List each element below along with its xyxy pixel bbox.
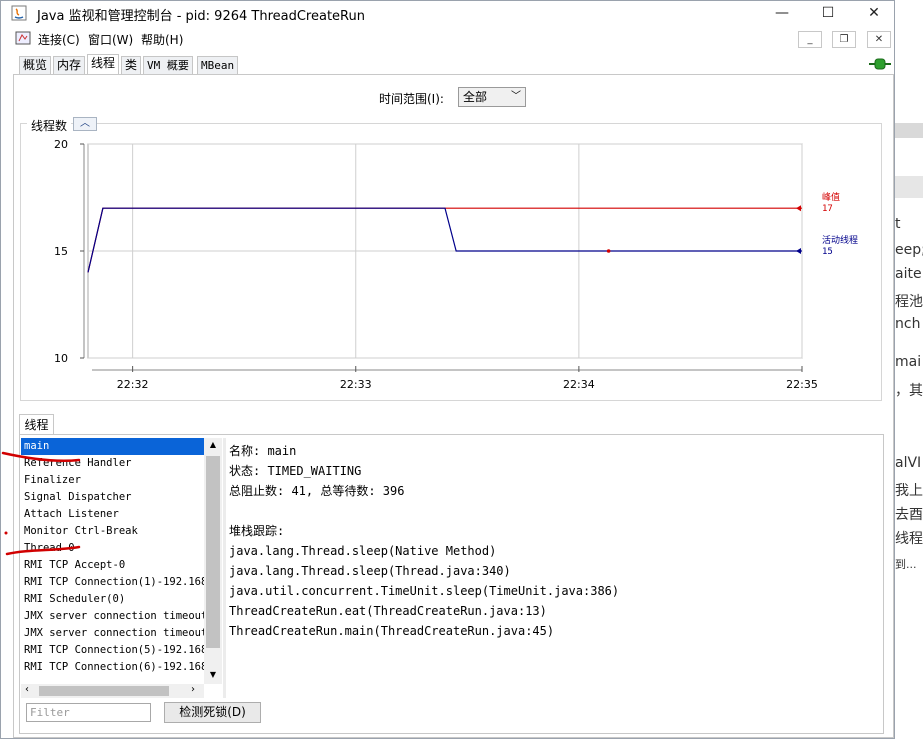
background-text: 我上 — [895, 483, 923, 499]
background-text: alVI — [895, 455, 922, 471]
x-tick-label: 22:32 — [117, 378, 149, 391]
time-range-label: 时间范围(I): — [379, 92, 444, 106]
scroll-left-icon[interactable]: ‹ — [25, 684, 29, 695]
mdi-restore-button[interactable]: ❐ — [832, 31, 856, 48]
java-icon — [11, 5, 27, 21]
legend-label: 峰值 — [822, 191, 840, 203]
connection-icon — [15, 31, 31, 45]
chevron-up-icon: ︿ — [80, 118, 90, 129]
scroll-thumb[interactable] — [39, 686, 169, 696]
split-pane-divider[interactable] — [223, 438, 226, 698]
background-text: 到... — [895, 558, 917, 571]
chevron-down-icon: ﹀ — [511, 91, 521, 102]
menu-window[interactable]: 窗口(W) — [88, 31, 133, 48]
jconsole-window: Java 监视和管理控制台 - pid: 9264 ThreadCreateRu… — [0, 0, 895, 739]
tab-vm-summary[interactable]: VM 概要 — [143, 56, 193, 74]
tab-classes[interactable]: 类 — [121, 56, 142, 74]
maximize-button[interactable]: ☐ — [805, 1, 851, 25]
thread-list-horizontal-scrollbar[interactable]: ‹ › — [21, 684, 204, 698]
hover-point — [606, 249, 611, 253]
window-title: Java 监视和管理控制台 - pid: 9264 ThreadCreateRu… — [37, 9, 365, 24]
thread-list-item[interactable]: RMI TCP Connection(6)-192.168. — [21, 659, 204, 676]
x-tick-label: 22:33 — [340, 378, 372, 391]
background-text: ，其 — [895, 383, 923, 399]
mdi-minimize-button[interactable]: _ — [798, 31, 822, 48]
chart-collapse-button[interactable]: ︿ — [73, 117, 97, 131]
close-button[interactable]: ✕ — [851, 1, 897, 25]
menu-help[interactable]: 帮助(H) — [141, 31, 183, 48]
threads-section-tab[interactable]: 线程 — [19, 414, 54, 435]
tab-mbean[interactable]: MBean — [197, 56, 239, 74]
thread-counts: 总阻止数: 41, 总等待数: 396 — [229, 484, 405, 498]
connected-plug-icon — [869, 58, 891, 70]
background-text: nch — [895, 316, 921, 332]
background-text: 去酉 — [895, 507, 923, 523]
scroll-thumb[interactable] — [206, 456, 220, 648]
thread-state: 状态: TIMED_WAITING — [229, 464, 362, 478]
time-range-select[interactable]: 全部 ﹀ — [458, 87, 526, 107]
stack-frame: java.util.concurrent.TimeUnit.sleep(Time… — [229, 584, 620, 598]
stack-frame: java.lang.Thread.sleep(Native Method) — [229, 544, 497, 558]
menu-connection[interactable]: 连接(C) — [38, 31, 80, 48]
thread-list-item[interactable]: RMI TCP Connection(5)-192.168. — [21, 642, 204, 659]
time-range-value: 全部 — [463, 90, 488, 104]
legend-label: 活动线程 — [822, 234, 858, 246]
red-annotation-marks — [1, 451, 81, 556]
scroll-up-icon[interactable]: ▲ — [204, 440, 222, 449]
filter-input[interactable]: Filter — [26, 703, 151, 722]
detect-deadlock-button[interactable]: 检测死锁(D) — [164, 702, 261, 723]
thread-list-vertical-scrollbar[interactable]: ▲ ▼ — [204, 438, 222, 684]
thread-name: 名称: main — [229, 444, 297, 458]
stack-frame: ThreadCreateRun.eat(ThreadCreateRun.java… — [229, 604, 547, 618]
thread-list-item[interactable]: JMX server connection timeout — [21, 608, 204, 625]
legend-value: 15 — [822, 247, 833, 257]
tab-memory[interactable]: 内存 — [53, 56, 86, 74]
stack-frame: ThreadCreateRun.main(ThreadCreateRun.jav… — [229, 624, 555, 638]
thread-list-item[interactable]: JMX server connection timeout — [21, 625, 204, 642]
y-tick-label: 15 — [54, 245, 68, 258]
y-tick-label: 20 — [54, 138, 68, 151]
title-bar[interactable]: Java 监视和管理控制台 - pid: 9264 ThreadCreateRu… — [1, 1, 894, 25]
background-text: 程池 — [895, 294, 923, 310]
background-text: t — [895, 216, 901, 232]
thread-count-chart: 101520 22:32 22:33 22:34 22:35 峰值17活动线程15 — [54, 138, 858, 391]
background-text: 线程 — [895, 531, 923, 547]
stack-trace-label: 堆栈跟踪: — [229, 524, 285, 538]
menu-bar: 连接(C) 窗口(W) 帮助(H) — [1, 26, 894, 50]
tab-threads[interactable]: 线程 — [87, 54, 120, 75]
legend-value: 17 — [822, 204, 833, 214]
background-window: t eep; aite 程池 nch mai ，其 alVI 我上 去酉 线程 … — [895, 0, 923, 739]
y-tick-label: 10 — [54, 352, 68, 365]
background-text: mai — [895, 354, 922, 370]
x-tick-label: 22:34 — [563, 378, 595, 391]
background-text: aite — [895, 266, 922, 282]
mdi-close-button[interactable]: ✕ — [867, 31, 891, 48]
tab-strip: 概览 内存 线程 类 VM 概要 MBean — [13, 53, 894, 75]
thread-list-item[interactable]: RMI TCP Connection(1)-192.168. — [21, 574, 204, 591]
scroll-down-icon[interactable]: ▼ — [204, 670, 222, 679]
background-text: eep; — [895, 242, 923, 258]
minimize-button[interactable]: — — [759, 1, 805, 25]
tab-overview[interactable]: 概览 — [19, 56, 52, 74]
stack-frame: java.lang.Thread.sleep(Thread.java:340) — [229, 564, 511, 578]
x-tick-label: 22:35 — [786, 378, 818, 391]
scroll-right-icon[interactable]: › — [191, 684, 195, 695]
thread-list-item[interactable]: RMI Scheduler(0) — [21, 591, 204, 608]
thread-detail: 名称: main 状态: TIMED_WAITING 总阻止数: 41, 总等待… — [229, 441, 879, 691]
